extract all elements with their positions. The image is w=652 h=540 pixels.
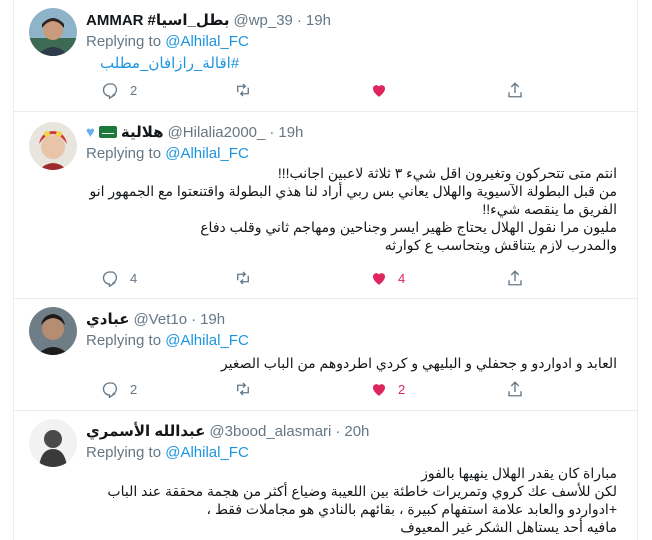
tweet[interactable]: ♥ هلالية @Hilalia2000_ · 19h Replying to… [14, 112, 637, 299]
replying-to: Replying to @Alhilal_FC [86, 33, 249, 50]
like-icon [373, 85, 385, 97]
replying-to: Replying to @Alhilal_FC [86, 145, 249, 162]
timestamp[interactable]: 19h [278, 124, 303, 141]
tweet[interactable]: عبادي @Vet1o · 19h Replying to @Alhilal_… [14, 299, 637, 411]
retweet-button[interactable] [234, 269, 262, 287]
like-button[interactable] [370, 81, 398, 99]
saudi-flag-icon [98, 126, 117, 138]
reply-button[interactable]: 4 [102, 269, 137, 287]
handle[interactable]: @Vet1o [133, 311, 187, 328]
display-name-suffix[interactable]: #بطل_اسيا [148, 11, 230, 29]
share-button[interactable] [506, 269, 524, 287]
blue-heart-icon: ♥ [86, 123, 95, 141]
reply-mention-link[interactable]: @Alhilal_FC [165, 444, 249, 461]
tweet-text: العابد و ادواردو و جحفلي و البليهي و كرد… [220, 355, 617, 371]
like-count: 2 [398, 381, 406, 397]
action-bar: 2 [86, 81, 546, 101]
reply-button[interactable]: 2 [102, 380, 137, 398]
share-button[interactable] [506, 380, 524, 398]
avatar[interactable] [29, 307, 77, 355]
replying-to-label: Replying to [86, 145, 162, 162]
display-name[interactable]: عبدالله الأسمري [86, 422, 205, 440]
reply-mention-link[interactable]: @Alhilal_FC [165, 145, 249, 162]
avatar[interactable] [29, 8, 77, 56]
handle[interactable]: @wp_39 [233, 12, 292, 29]
replying-to: Replying to @Alhilal_FC [86, 332, 249, 349]
like-icon [373, 384, 385, 396]
display-name[interactable]: هلالية [121, 123, 164, 141]
separator-dot: · [296, 11, 302, 29]
avatar[interactable] [29, 419, 77, 467]
reply-mention-link[interactable]: @Alhilal_FC [165, 332, 249, 349]
reply-count: 4 [130, 270, 138, 286]
reply-mention-link[interactable]: @Alhilal_FC [165, 33, 249, 50]
timestamp[interactable]: 20h [344, 423, 369, 440]
handle[interactable]: @3bood_alasmari [209, 423, 331, 440]
reply-icon [102, 83, 118, 99]
reply-icon [102, 271, 118, 287]
retweet-icon [237, 382, 249, 396]
timestamp[interactable]: 19h [306, 12, 331, 29]
replying-to-label: Replying to [86, 444, 162, 461]
tweet-text: مباراة كان يقدر الهلال ينهيها بالفوز لكن… [107, 465, 617, 535]
display-name[interactable]: عبادي [86, 310, 129, 328]
reply-button[interactable]: 2 [102, 81, 137, 99]
retweet-button[interactable] [234, 81, 262, 99]
display-name[interactable]: AMMAR [86, 12, 144, 29]
separator-dot: · [335, 422, 341, 440]
share-icon [508, 82, 522, 98]
timestamp[interactable]: 19h [200, 311, 225, 328]
tweet-text: انتم متى تتحركون وتغيرون اقل شيء ٣ ثلاثة… [89, 165, 617, 253]
share-icon [508, 381, 522, 397]
replying-to-label: Replying to [86, 332, 162, 349]
separator-dot: · [269, 123, 275, 141]
like-count: 4 [398, 270, 406, 286]
share-icon [508, 270, 522, 286]
avatar[interactable] [29, 122, 77, 170]
like-button[interactable]: 4 [370, 269, 405, 287]
tweet[interactable]: AMMAR #بطل_اسيا @wp_39 · 19h Replying to… [14, 0, 637, 112]
action-bar: 2 2 [86, 380, 546, 400]
like-icon [373, 273, 385, 285]
like-button[interactable]: 2 [370, 380, 405, 398]
action-bar: 4 4 [86, 269, 546, 289]
replying-to: Replying to @Alhilal_FC [86, 444, 249, 461]
hashtag-link[interactable]: #اقالة_رازافان_مطلب [100, 54, 239, 72]
replying-to-label: Replying to [86, 33, 162, 50]
reply-count: 2 [130, 82, 138, 98]
handle[interactable]: @Hilalia2000_ [168, 124, 266, 141]
retweet-button[interactable] [234, 380, 262, 398]
share-button[interactable] [506, 81, 524, 99]
retweet-icon [237, 271, 249, 285]
retweet-icon [237, 83, 249, 97]
replies-feed: AMMAR #بطل_اسيا @wp_39 · 19h Replying to… [13, 0, 638, 540]
separator-dot: · [191, 310, 197, 328]
reply-icon [102, 382, 118, 398]
reply-count: 2 [130, 381, 138, 397]
tweet[interactable]: عبدالله الأسمري @3bood_alasmari · 20h Re… [14, 411, 637, 540]
